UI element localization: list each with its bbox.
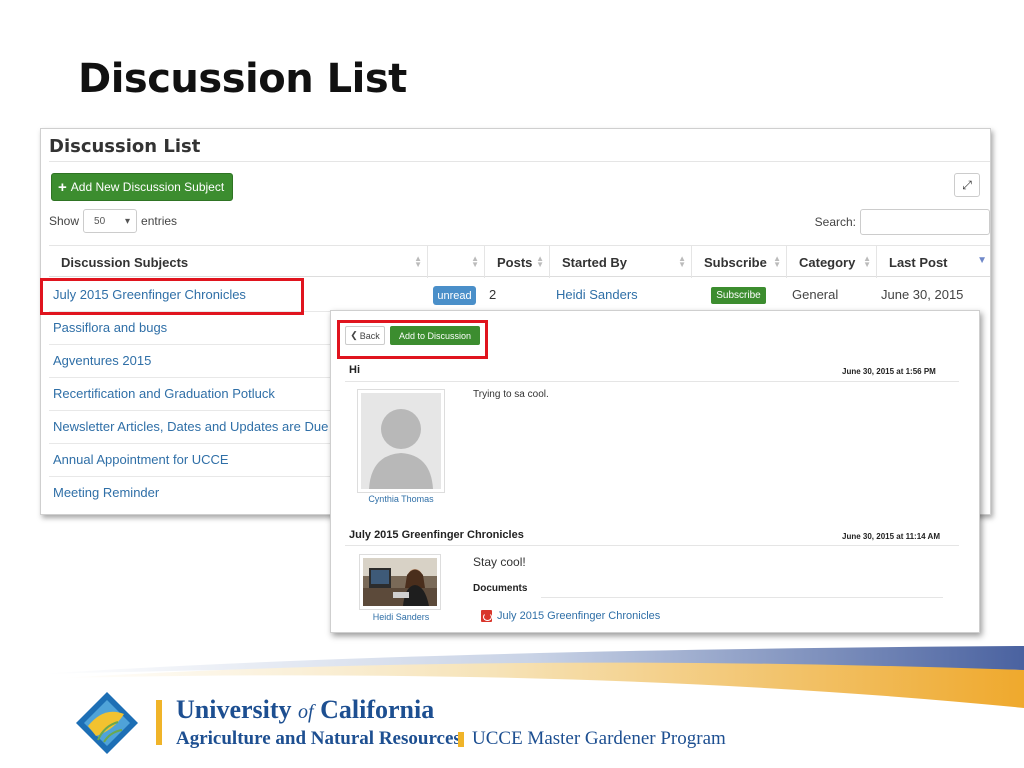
- search-input[interactable]: [860, 209, 990, 235]
- post-divider: [345, 545, 959, 546]
- column-header-last-post-label: Last Post: [889, 254, 948, 270]
- author-name[interactable]: Cynthia Thomas: [351, 494, 451, 504]
- avatar: [357, 389, 445, 493]
- list-heading: Discussion List: [49, 136, 201, 157]
- default-avatar-icon: [361, 393, 441, 489]
- subscribe-button[interactable]: Subscribe: [711, 287, 766, 304]
- row-divider: [49, 377, 334, 378]
- footer-swoosh: [40, 646, 1024, 708]
- subject-link[interactable]: Annual Appointment for UCCE: [53, 452, 229, 467]
- post-date: June 30, 2015 at 1:56 PM: [842, 367, 936, 376]
- column-header-last-post[interactable]: Last Post ▼: [876, 246, 990, 278]
- footer-divider-small: [458, 732, 464, 747]
- row-divider: [49, 443, 334, 444]
- row-divider: [49, 476, 334, 477]
- pdf-icon: [481, 610, 492, 622]
- posts-count: 2: [489, 287, 497, 302]
- expand-icon: ⤢: [962, 177, 972, 192]
- university-word: University: [176, 695, 292, 724]
- entries-select-value: 50: [94, 215, 106, 227]
- category-value: General: [792, 287, 839, 302]
- column-header-subjects[interactable]: Discussion Subjects ▲ ▼: [49, 246, 427, 278]
- column-header-subjects-label: Discussion Subjects: [61, 254, 189, 270]
- row-divider: [49, 410, 334, 411]
- table-header: Discussion Subjects ▲ ▼ ▲ ▼ Posts ▲ ▼ Start…: [49, 245, 990, 278]
- author-photo: [363, 558, 437, 606]
- sort-icon: ▲ ▼: [863, 254, 871, 269]
- documents-divider: [541, 597, 943, 598]
- slide-title: Discussion List: [78, 56, 407, 102]
- avatar: [359, 554, 441, 610]
- highlight-box-buttons: [337, 320, 488, 359]
- document-link[interactable]: July 2015 Greenfinger Chronicles: [481, 610, 660, 622]
- expand-button[interactable]: ⤢: [954, 173, 980, 197]
- column-header-category-label: Category: [799, 254, 856, 270]
- column-header-posts-label: Posts: [497, 254, 533, 270]
- heading-divider: [49, 161, 990, 162]
- author-name[interactable]: Heidi Sanders: [351, 612, 451, 622]
- show-label: Show: [49, 214, 80, 228]
- column-header-started-by[interactable]: Started By ▲ ▼: [549, 246, 691, 278]
- footer-divider: [156, 700, 162, 745]
- subject-link[interactable]: Agventures 2015: [53, 353, 151, 368]
- document-link-label: July 2015 Greenfinger Chronicles: [497, 610, 661, 622]
- post-divider: [345, 381, 959, 382]
- university-name: University of California: [176, 695, 434, 725]
- add-discussion-subject-button[interactable]: + Add New Discussion Subject: [51, 173, 233, 201]
- subject-link[interactable]: Meeting Reminder: [53, 485, 159, 500]
- post-title: July 2015 Greenfinger Chronicles: [349, 529, 524, 541]
- sort-icon: ▲ ▼: [471, 254, 479, 269]
- search-label: Search:: [814, 215, 856, 229]
- column-header-subscribe-label: Subscribe: [704, 254, 767, 270]
- column-header-status[interactable]: ▲ ▼: [427, 246, 484, 278]
- program-name: UCCE Master Gardener Program: [472, 728, 726, 749]
- sort-icon: ▲ ▼: [678, 254, 686, 269]
- sort-icon: ▲ ▼: [773, 254, 781, 269]
- sort-desc-icon: ▼: [977, 255, 987, 266]
- caret-down-icon: ▾: [125, 215, 131, 227]
- row-divider: [49, 344, 334, 345]
- add-discussion-subject-label: Add New Discussion Subject: [70, 180, 225, 194]
- column-header-started-by-label: Started By: [562, 254, 628, 270]
- sort-icon: ▲ ▼: [414, 254, 422, 269]
- column-header-category[interactable]: Category ▲ ▼: [786, 246, 876, 278]
- subject-link[interactable]: Passiflora and bugs: [53, 320, 167, 335]
- entries-label: entries: [141, 214, 178, 228]
- plus-icon: +: [58, 178, 67, 196]
- highlight-box-subject: [40, 278, 304, 315]
- last-post-value: June 30, 2015: [881, 287, 964, 302]
- california-word: California: [320, 695, 435, 724]
- started-by-link[interactable]: Heidi Sanders: [556, 287, 638, 302]
- post-message: Trying to sa cool.: [473, 389, 549, 400]
- search-area: Search:: [815, 209, 990, 235]
- documents-label: Documents: [473, 583, 528, 594]
- show-entries: Show 50 ▾ entries: [49, 209, 177, 233]
- subject-link[interactable]: Newsletter Articles, Dates and Updates a…: [53, 419, 328, 434]
- of-word: of: [298, 701, 314, 723]
- column-header-posts[interactable]: Posts ▲ ▼: [484, 246, 549, 278]
- entries-select[interactable]: 50 ▾: [83, 209, 138, 233]
- post-date: June 30, 2015 at 11:14 AM: [842, 532, 940, 541]
- subject-link[interactable]: Recertification and Graduation Potluck: [53, 386, 275, 401]
- uc-anr-logo-icon: [76, 692, 138, 754]
- post-message: Stay cool!: [473, 555, 526, 569]
- sort-icon: ▲ ▼: [536, 254, 544, 269]
- division-name: Agriculture and Natural Resources: [176, 728, 461, 749]
- post-title: Hi: [349, 364, 360, 376]
- unread-badge: unread: [433, 286, 476, 305]
- column-header-subscribe[interactable]: Subscribe ▲ ▼: [691, 246, 786, 278]
